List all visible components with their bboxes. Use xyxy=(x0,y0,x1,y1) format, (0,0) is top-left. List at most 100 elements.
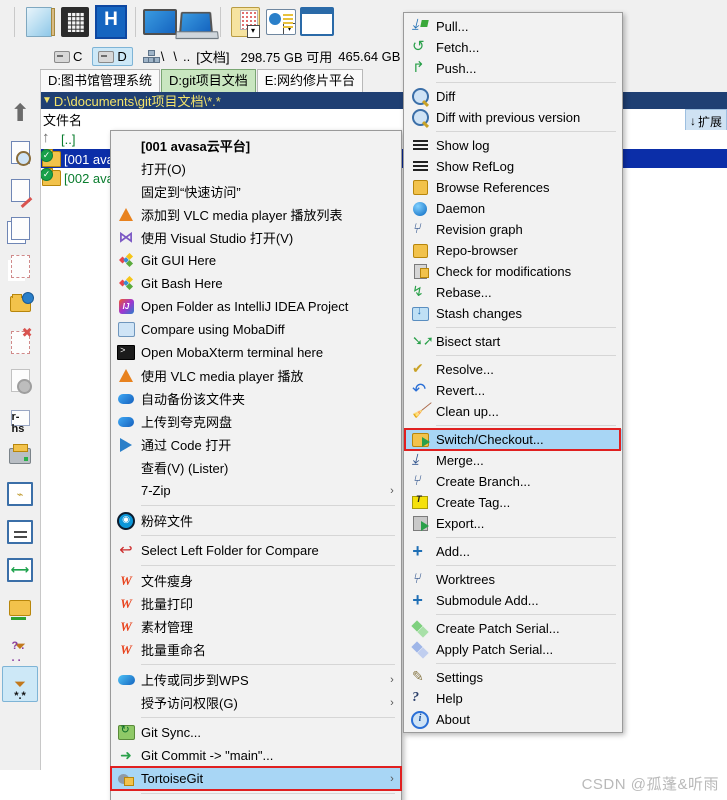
sidebar-item-tree-view[interactable]: ⌁ xyxy=(2,476,38,512)
network-button[interactable]: \ xyxy=(137,47,171,66)
submenu-item-merge[interactable]: ⤓ Merge... xyxy=(404,450,622,471)
sidebar-item-print-folder[interactable] xyxy=(2,438,38,474)
submenu-item-export[interactable]: Export... xyxy=(404,513,622,534)
submenu-item-create-tag[interactable]: Create Tag... xyxy=(404,492,622,513)
path-root[interactable]: \ xyxy=(173,49,177,64)
submenu-item-add[interactable]: + Add... xyxy=(404,541,622,562)
vlc-icon xyxy=(111,369,141,382)
drive-d-button[interactable]: D xyxy=(92,47,133,66)
menu-item-upload-quark[interactable]: 上传到夸克网盘 xyxy=(111,410,401,433)
submenu-item-create-branch[interactable]: ⑂ Create Branch... xyxy=(404,471,622,492)
network-label: \ xyxy=(160,49,165,64)
submenu-item-help[interactable]: ? Help xyxy=(404,688,622,709)
submenu-item-resolve[interactable]: ✔ Resolve... xyxy=(404,359,622,380)
submenu-item-diff-previous[interactable]: Diff with previous version xyxy=(404,107,622,128)
menu-item-view-lister[interactable]: 查看(V) (Lister) xyxy=(111,456,401,479)
menu-item-file-slim[interactable]: W 文件瘦身 xyxy=(111,569,401,592)
address-bar[interactable]: ▼ D:\documents\git项目文档\*.* xyxy=(40,92,727,109)
sidebar-item-edit-file[interactable] xyxy=(2,172,38,208)
submenu-item-show-log[interactable]: Show log xyxy=(404,135,622,156)
sidebar-item-new-folder[interactable] xyxy=(2,286,38,322)
yellow-book-icon[interactable]: ▾ xyxy=(227,4,263,40)
sidebar-item-file-properties[interactable] xyxy=(2,362,38,398)
menu-item-open-with-code[interactable]: 通过 Code 打开 xyxy=(111,433,401,456)
submenu-item-push[interactable]: ↱ Push... xyxy=(404,58,622,79)
menu-item-git-bash-here[interactable]: Git Bash Here xyxy=(111,272,401,295)
menu-item-git-sync[interactable]: Git Sync... xyxy=(111,721,401,744)
submenu-item-fetch[interactable]: ↺ Fetch... xyxy=(404,37,622,58)
submenu-item-diff[interactable]: Diff xyxy=(404,86,622,107)
menu-item-visual-studio[interactable]: ⋈ 使用 Visual Studio 打开(V) xyxy=(111,226,401,249)
chevron-down-icon[interactable]: ▼ xyxy=(42,95,52,106)
menu-item-open[interactable]: 打开(O) xyxy=(111,157,401,180)
menu-item-batch-rename[interactable]: W 批量重命名 xyxy=(111,638,401,661)
chart-window-icon[interactable]: ▾ xyxy=(263,4,299,40)
menu-item-upload-sync-wps[interactable]: 上传或同步到WPS › xyxy=(111,668,401,691)
tab-library-system[interactable]: D:图书馆管理系统 xyxy=(40,69,161,92)
path-parent[interactable]: .. xyxy=(183,49,190,64)
submenu-item-pull[interactable]: Pull... xyxy=(404,16,622,37)
submenu-item-daemon[interactable]: Daemon xyxy=(404,198,622,219)
menu-item-select-left-folder[interactable]: ↩ Select Left Folder for Compare xyxy=(111,539,401,562)
menu-item-tortoisegit[interactable]: TortoiseGit › xyxy=(110,766,402,791)
sidebar-item-delete-file[interactable]: ✖ xyxy=(2,324,38,360)
vscode-icon xyxy=(111,437,141,452)
window-icon[interactable] xyxy=(299,4,335,40)
submenu-item-create-patch-serial[interactable]: Create Patch Serial... xyxy=(404,618,622,639)
laptop-icon[interactable] xyxy=(178,4,214,40)
menu-item-grant-access[interactable]: 授予访问权限(G) › xyxy=(111,691,401,714)
submenu-item-repo-browser[interactable]: Repo-browser xyxy=(404,240,622,261)
menu-item-mobaxterm[interactable]: Open MobaXterm terminal here xyxy=(111,341,401,364)
menu-item-shred-file[interactable]: ◉ 粉碎文件 xyxy=(111,509,401,532)
sidebar-item-folder-sync[interactable] xyxy=(2,590,38,626)
submenu-item-rebase[interactable]: ↯ Rebase... xyxy=(404,282,622,303)
submenu-item-stash-changes[interactable]: Stash changes xyxy=(404,303,622,324)
submenu-separator xyxy=(436,565,616,566)
menu-item-intellij-idea[interactable]: IJ Open Folder as IntelliJ IDEA Project xyxy=(111,295,401,318)
menu-item-git-gui-here[interactable]: Git GUI Here xyxy=(111,249,401,272)
submenu-item-revision-graph[interactable]: ⑂ Revision graph xyxy=(404,219,622,240)
sidebar-item-equal-panes[interactable] xyxy=(2,514,38,550)
menu-item-mobadiff[interactable]: Compare using MobaDiff xyxy=(111,318,401,341)
sidebar-item-attributes[interactable]: r-hs xyxy=(2,400,38,436)
chevron-down-icon[interactable]: ▾ xyxy=(246,24,260,38)
drive-c-button[interactable]: C xyxy=(48,47,88,66)
submenu-item-browse-references[interactable]: Browse References xyxy=(404,177,622,198)
menu-item-vlc-playlist[interactable]: 添加到 VLC media player 播放列表 xyxy=(111,203,401,226)
submenu-item-about[interactable]: i About xyxy=(404,709,622,730)
submenu-item-submodule-add[interactable]: + Submodule Add... xyxy=(404,590,622,611)
menu-item-material-manage[interactable]: W 素材管理 xyxy=(111,615,401,638)
submenu-item-revert[interactable]: ↶ Revert... xyxy=(404,380,622,401)
about-icon: i xyxy=(404,710,436,729)
tab-retouch-platform[interactable]: E:网约修片平台 xyxy=(256,69,364,92)
path-current-folder[interactable]: [文档] xyxy=(196,47,229,66)
submenu-item-clean-up[interactable]: 🧹 Clean up... xyxy=(404,401,622,422)
sidebar-item-filter-all[interactable]: ⏷ *.* xyxy=(2,666,38,702)
menu-item-batch-print[interactable]: W 批量打印 xyxy=(111,592,401,615)
hash-tool-icon[interactable]: H xyxy=(93,4,129,40)
tab-git-docs[interactable]: D:git项目文档 xyxy=(161,69,256,92)
sidebar-item-move-file[interactable] xyxy=(2,248,38,284)
calculator-icon[interactable] xyxy=(57,4,93,40)
submenu-item-bisect-start[interactable]: ➘➚ Bisect start xyxy=(404,331,622,352)
menu-item-auto-backup-folder[interactable]: 自动备份该文件夹 xyxy=(111,387,401,410)
submenu-item-show-reflog[interactable]: Show RefLog xyxy=(404,156,622,177)
notepad-icon[interactable] xyxy=(21,4,57,40)
submenu-item-switch-checkout[interactable]: Switch/Checkout... xyxy=(404,428,622,451)
menu-item-7zip[interactable]: 7-Zip › xyxy=(111,479,401,502)
column-header-filename[interactable]: 文件名 xyxy=(40,110,258,129)
submenu-item-check-modifications[interactable]: Check for modifications xyxy=(404,261,622,282)
sidebar-item-filter-query[interactable]: ⏷ ? . . . xyxy=(2,628,38,665)
submenu-item-apply-patch-serial[interactable]: Apply Patch Serial... xyxy=(404,639,622,660)
submenu-item-worktrees[interactable]: ⑂ Worktrees xyxy=(404,569,622,590)
sidebar-item-swap-panes[interactable]: ⟷ xyxy=(2,552,38,588)
menu-item-git-commit[interactable]: ➜ Git Commit -> "main"... xyxy=(111,744,401,767)
menu-item-vlc-play[interactable]: 使用 VLC media player 播放 xyxy=(111,364,401,387)
sidebar-item-go-up[interactable]: ⬆ xyxy=(2,96,38,132)
menu-item-pin-quick-access[interactable]: 固定到“快速访问” xyxy=(111,180,401,203)
monitor-icon[interactable] xyxy=(142,4,178,40)
chevron-down-icon[interactable]: ▾ xyxy=(283,22,295,34)
submenu-item-settings[interactable]: ✎ Settings xyxy=(404,667,622,688)
sidebar-item-copy-file[interactable] xyxy=(2,210,38,246)
sidebar-item-view-file[interactable] xyxy=(2,134,38,170)
